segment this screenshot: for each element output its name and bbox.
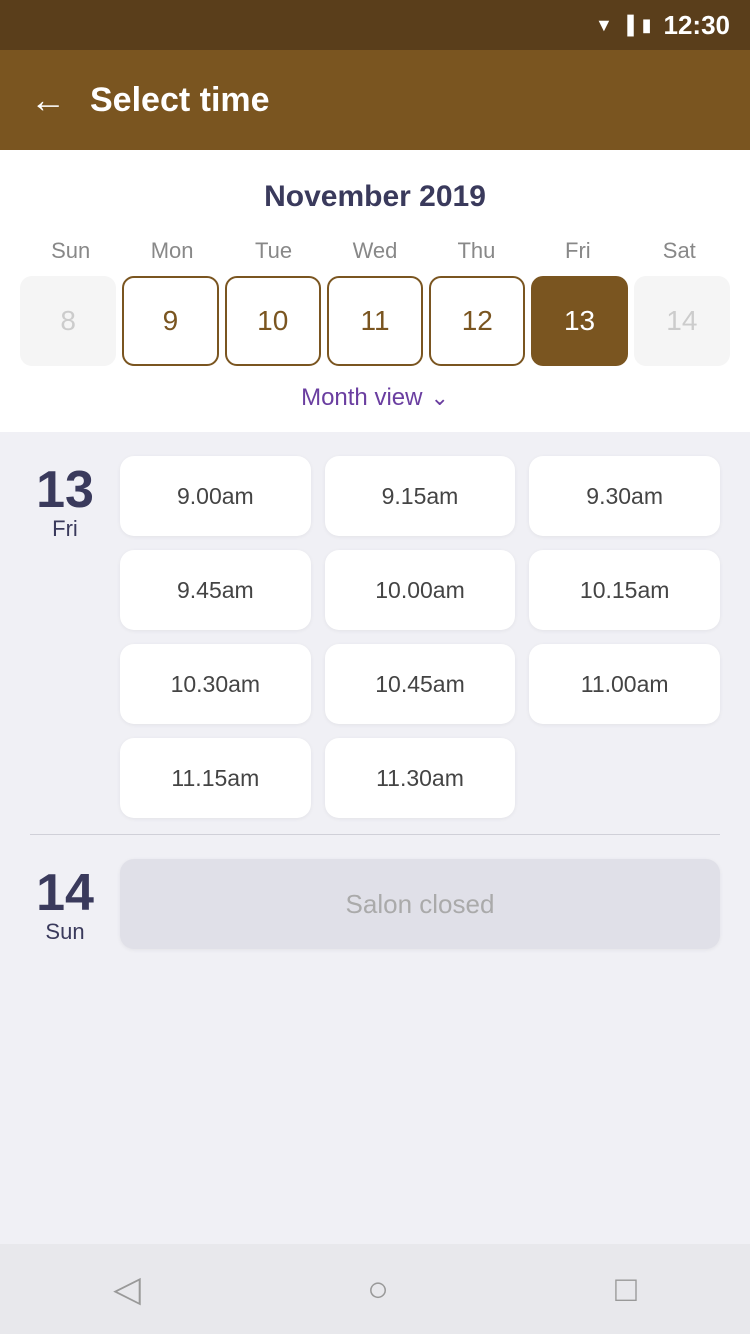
time-slot-930[interactable]: 9.30am: [529, 456, 720, 536]
status-bar: ▼ ▐ ▮ 12:30: [0, 0, 750, 50]
time-grid-13: 9.00am 9.15am 9.30am 9.45am 10.00am 10.1…: [120, 456, 720, 818]
cal-day-9[interactable]: 9: [122, 276, 218, 366]
day-label-13: 13 Fri: [30, 456, 100, 818]
day-header-mon: Mon: [121, 238, 222, 264]
day-header-fri: Fri: [527, 238, 628, 264]
signal-icon: ▐: [621, 15, 634, 36]
cal-day-14[interactable]: 14: [634, 276, 730, 366]
nav-apps-button[interactable]: □: [615, 1268, 637, 1310]
day-number-13: 13: [36, 464, 94, 516]
status-time: 12:30: [664, 10, 731, 41]
day-number-14: 14: [36, 867, 94, 919]
day-section-14: 14 Sun Salon closed: [30, 859, 720, 949]
day-section-13: 13 Fri 9.00am 9.15am 9.30am 9.45am 10.00…: [30, 456, 720, 818]
section-divider: [30, 834, 720, 835]
calendar-section: November 2019 Sun Mon Tue Wed Thu Fri Sa…: [0, 150, 750, 432]
time-slot-1100[interactable]: 11.00am: [529, 644, 720, 724]
cal-day-8[interactable]: 8: [20, 276, 116, 366]
time-slot-1030[interactable]: 10.30am: [120, 644, 311, 724]
day-header-tue: Tue: [223, 238, 324, 264]
time-slot-915[interactable]: 9.15am: [325, 456, 516, 536]
back-button[interactable]: ←: [30, 79, 66, 121]
time-slot-1015[interactable]: 10.15am: [529, 550, 720, 630]
calendar-row: 8 9 10 11 12 13 14: [20, 276, 730, 366]
month-year-title: November 2019: [20, 180, 730, 214]
chevron-down-icon: ⌄: [430, 385, 448, 411]
time-slot-1045[interactable]: 10.45am: [325, 644, 516, 724]
wifi-icon: ▼: [595, 15, 613, 36]
salon-closed-label: Salon closed: [120, 859, 720, 949]
day-header-thu: Thu: [426, 238, 527, 264]
time-slots-section: 13 Fri 9.00am 9.15am 9.30am 9.45am 10.00…: [0, 432, 750, 989]
cal-day-12[interactable]: 12: [429, 276, 525, 366]
day-name-13: Fri: [52, 516, 78, 542]
cal-day-10[interactable]: 10: [225, 276, 321, 366]
day-name-14: Sun: [45, 919, 84, 945]
page-title: Select time: [90, 81, 270, 120]
time-slot-1130[interactable]: 11.30am: [325, 738, 516, 818]
day-label-14: 14 Sun: [30, 859, 100, 949]
time-slot-945[interactable]: 9.45am: [120, 550, 311, 630]
closed-slot-container: Salon closed: [120, 859, 720, 949]
month-view-toggle[interactable]: Month view ⌄: [20, 366, 730, 432]
time-slot-900[interactable]: 9.00am: [120, 456, 311, 536]
time-slot-1000[interactable]: 10.00am: [325, 550, 516, 630]
status-icons: ▼ ▐ ▮: [595, 15, 652, 36]
month-view-label[interactable]: Month view: [301, 384, 422, 412]
cal-day-11[interactable]: 11: [327, 276, 423, 366]
day-header-wed: Wed: [324, 238, 425, 264]
nav-back-button[interactable]: ◁: [113, 1268, 141, 1310]
day-header-sat: Sat: [629, 238, 730, 264]
day-headers: Sun Mon Tue Wed Thu Fri Sat: [20, 238, 730, 264]
nav-home-button[interactable]: ○: [367, 1268, 389, 1310]
app-header: ← Select time: [0, 50, 750, 150]
day-header-sun: Sun: [20, 238, 121, 264]
time-slot-1115[interactable]: 11.15am: [120, 738, 311, 818]
cal-day-13[interactable]: 13: [531, 276, 627, 366]
battery-icon: ▮: [642, 15, 652, 36]
nav-bar: ◁ ○ □: [0, 1244, 750, 1334]
